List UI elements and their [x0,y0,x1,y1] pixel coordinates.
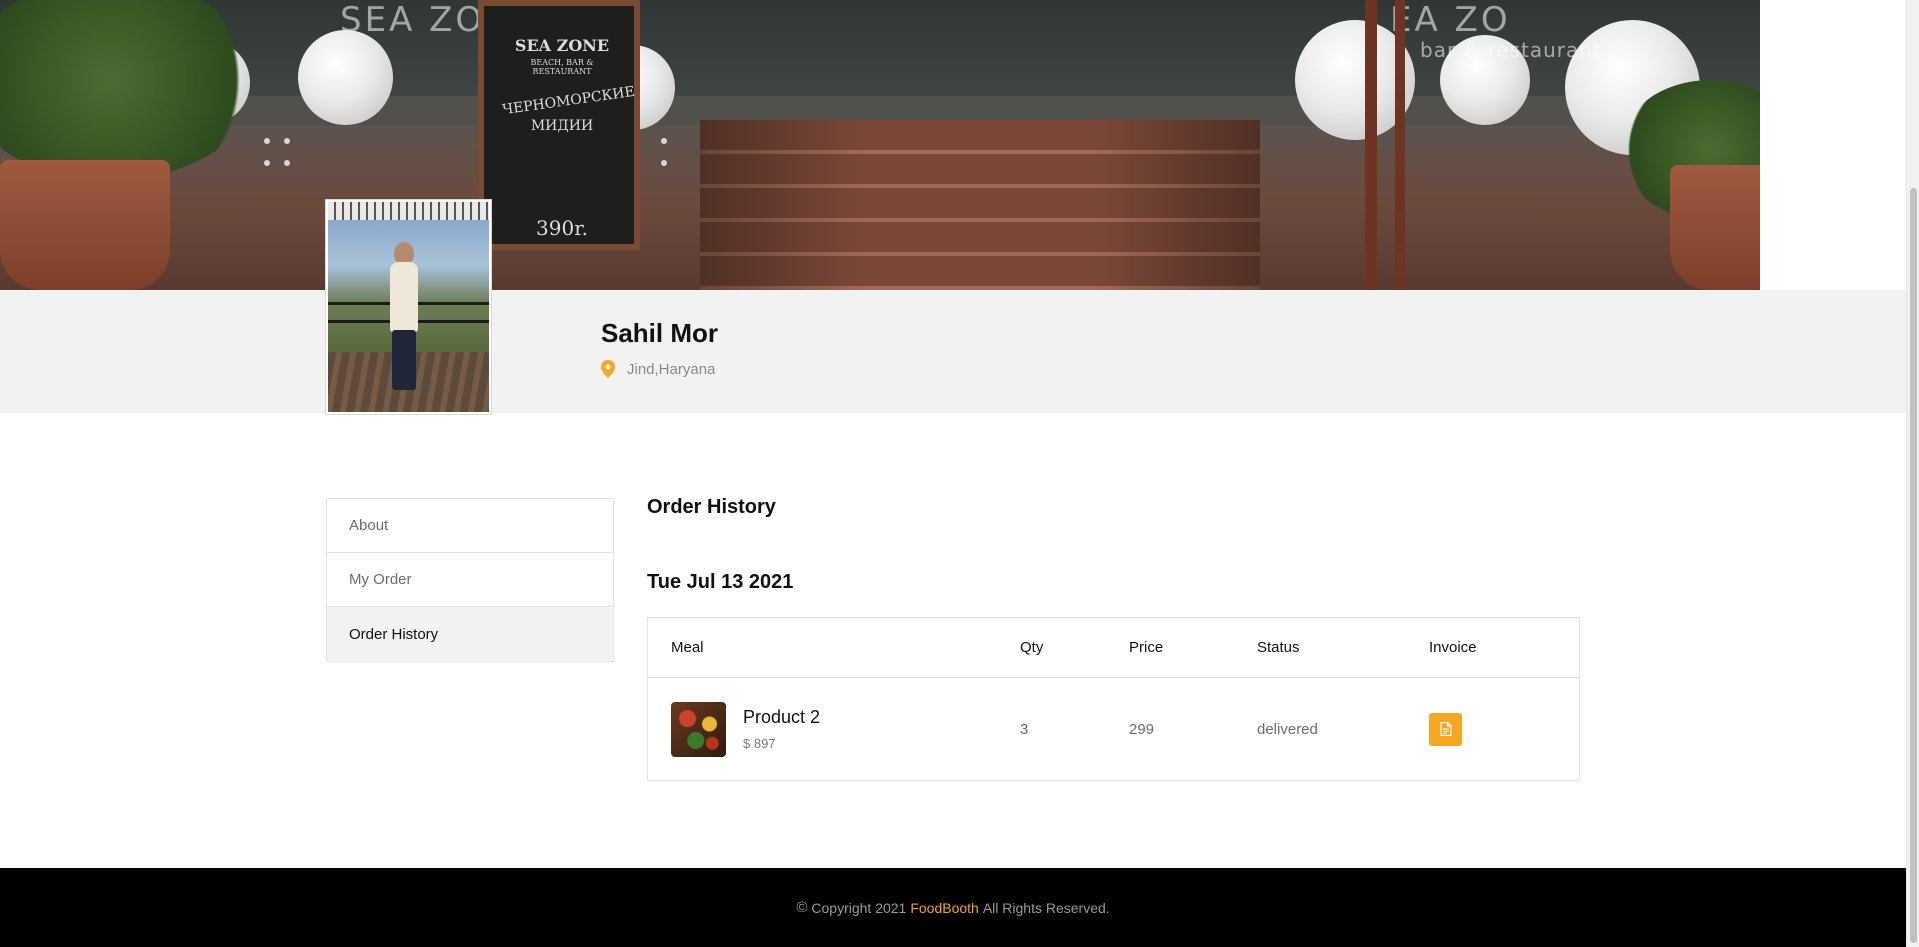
banner-rivet [284,160,290,166]
board-price: 390r. [536,216,588,240]
board-sub: BEACH, BAR & RESTAURANT [530,58,594,76]
profile-location-text: Jind,Haryana [627,360,716,378]
column-header-meal: Meal [671,639,704,656]
qty-cell: 3 [1020,720,1029,738]
scrollbar-thumb[interactable] [1910,188,1917,943]
column-header-qty: Qty [1020,639,1044,656]
vertical-scrollbar[interactable] [1906,0,1919,947]
banner-rivet [264,160,270,166]
profile-name: Sahil Mor [601,318,719,348]
board-line-2: МИДИИ [530,118,594,134]
section-title: Order History [647,496,776,518]
side-menu-about[interactable]: About [327,499,613,553]
document-icon [1439,722,1452,736]
order-date: Tue Jul 13 2021 [647,571,794,593]
side-menu-label: About [349,517,389,534]
footer: © Copyright 2021 FoodBooth All Rights Re… [0,868,1906,947]
banner-rivet [284,138,290,144]
profile-location: Jind,Haryana [601,360,715,378]
profile-side-menu: About My Order Order History [326,498,614,662]
meal-name: Product 2 [743,707,821,727]
side-menu-my-order[interactable]: My Order [327,553,613,607]
banner-pot [1670,165,1760,290]
banner-sign-right: EA ZO [1390,0,1511,40]
column-header-invoice: Invoice [1429,639,1477,656]
banner-steps [700,120,1260,290]
banner-lamp-globe [298,30,393,125]
invoice-cell [1429,712,1579,746]
footer-copyright: © Copyright 2021 FoodBooth All Rights Re… [796,899,1109,916]
profile-header-strip [0,290,1906,413]
meal-thumbnail [671,701,726,757]
side-menu-label: My Order [349,571,412,588]
meal-total: $ 897 [743,736,776,751]
board-title: SEA ZONE [514,36,610,55]
order-table: Meal Qty Price Status Invoice Product 2 … [647,617,1580,781]
banner-sign-sub: bar & restaurant [1420,38,1602,62]
table-header: Meal Qty Price Status Invoice [648,618,1579,678]
board-line-1: ЧЕРНОМОРСКИЕ [501,83,636,119]
cover-banner-image: SEA ZO EA ZO bar & restaurant SEA ZONE B… [0,0,1760,290]
banner-post [1365,0,1377,290]
side-menu-label: Order History [349,625,439,643]
banner-post [1395,0,1405,290]
banner-sign-left: SEA ZO [340,0,486,40]
banner-pot [0,160,170,290]
column-header-price: Price [1129,639,1164,656]
avatar [326,200,491,414]
price-cell: 299 [1129,720,1155,738]
profile-page: SEA ZO EA ZO bar & restaurant SEA ZONE B… [0,0,1906,947]
meal-cell: Product 2 $ 897 [648,701,1020,757]
banner-rivet [264,138,270,144]
column-header-status: Status [1257,639,1300,656]
side-menu-order-history[interactable]: Order History [327,607,613,661]
table-row: Product 2 $ 897 3 299 delivered [648,678,1579,780]
copyright-icon: © [796,899,808,916]
location-pin-icon [601,360,615,378]
footer-copyright-text: Copyright 2021 [811,899,907,916]
banner-palm [0,0,260,180]
banner-rivet [661,160,667,166]
banner-chalkboard: SEA ZONE BEACH, BAR & RESTAURANT ЧЕРНОМО… [478,0,640,250]
banner-rivet [661,138,667,144]
invoice-button[interactable] [1429,712,1462,746]
footer-rights-text: All Rights Reserved. [982,899,1110,916]
status-cell: delivered [1257,720,1318,738]
footer-brand-link[interactable]: FoodBooth [910,900,979,916]
